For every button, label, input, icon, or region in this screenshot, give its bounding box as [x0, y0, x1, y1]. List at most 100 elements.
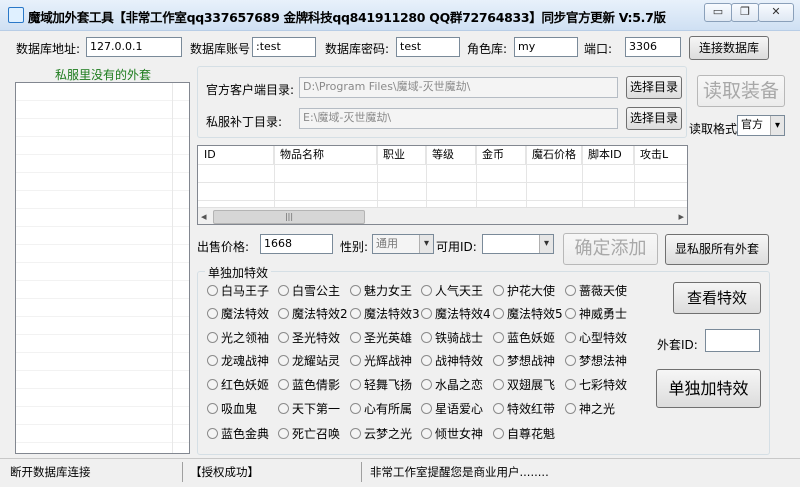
effect-radio[interactable]: 吸血鬼 [207, 400, 257, 418]
scroll-right-icon[interactable]: ▸ [678, 208, 684, 224]
radio-circle-icon[interactable] [207, 379, 218, 390]
scroll-left-icon[interactable]: ◂ [201, 208, 207, 224]
select-official-dir-button[interactable]: 选择目录 [626, 76, 682, 99]
effect-radio[interactable]: 魔法特效3 [350, 305, 420, 323]
radio-circle-icon[interactable] [207, 355, 218, 366]
radio-circle-icon[interactable] [207, 428, 218, 439]
column-header[interactable]: ID [198, 146, 274, 164]
chevron-down-icon[interactable]: ▾ [770, 116, 784, 135]
radio-circle-icon[interactable] [278, 332, 289, 343]
effect-radio[interactable]: 蓝色妖姬 [493, 329, 555, 347]
effect-radio[interactable]: 白雪公主 [278, 282, 340, 300]
radio-circle-icon[interactable] [565, 285, 576, 296]
effect-radio[interactable]: 天下第一 [278, 400, 340, 418]
restore-button[interactable]: ❐ [731, 3, 759, 22]
add-effect-button[interactable]: 单独加特效 [656, 369, 761, 408]
radio-circle-icon[interactable] [421, 428, 432, 439]
private-dir-input[interactable]: E:\魔域-灭世魔劫\ [299, 108, 618, 129]
column-header[interactable]: 魔石价格 [526, 146, 582, 164]
effect-radio[interactable]: 魔法特效 [207, 305, 269, 323]
effect-radio[interactable]: 蔷薇天使 [565, 282, 627, 300]
items-grid[interactable]: ID 物品名称 职业 等级 金币 魔石价格 脚本ID 攻击L ◂ ||| ▸ [197, 145, 688, 225]
effect-radio[interactable]: 死亡召唤 [278, 425, 340, 443]
usable-id-select[interactable]: ▾ [482, 234, 554, 254]
effect-radio[interactable]: 光之领袖 [207, 329, 269, 347]
radio-circle-icon[interactable] [493, 379, 504, 390]
chevron-down-icon[interactable]: ▾ [539, 235, 553, 253]
radio-circle-icon[interactable] [350, 355, 361, 366]
effect-radio[interactable]: 魔法特效4 [421, 305, 491, 323]
effect-radio[interactable]: 龙耀站灵 [278, 352, 340, 370]
radio-circle-icon[interactable] [278, 355, 289, 366]
radio-circle-icon[interactable] [207, 308, 218, 319]
radio-circle-icon[interactable] [350, 379, 361, 390]
effect-radio[interactable]: 倾世女神 [421, 425, 483, 443]
radio-circle-icon[interactable] [350, 285, 361, 296]
effect-radio[interactable]: 七彩特效 [565, 376, 627, 394]
radio-circle-icon[interactable] [421, 285, 432, 296]
effect-radio[interactable]: 魔法特效5 [493, 305, 563, 323]
effect-radio[interactable]: 心有所属 [350, 400, 412, 418]
effect-radio[interactable]: 心型特效 [565, 329, 627, 347]
column-header[interactable]: 物品名称 [274, 146, 377, 164]
radio-circle-icon[interactable] [421, 308, 432, 319]
effect-radio[interactable]: 战神特效 [421, 352, 483, 370]
radio-circle-icon[interactable] [493, 403, 504, 414]
radio-circle-icon[interactable] [493, 285, 504, 296]
port-input[interactable]: 3306 [625, 37, 681, 57]
effect-radio[interactable]: 圣光特效 [278, 329, 340, 347]
column-header[interactable]: 等级 [426, 146, 476, 164]
effect-radio[interactable]: 双翅展飞 [493, 376, 555, 394]
effect-radio[interactable]: 魅力女王 [350, 282, 412, 300]
price-input[interactable]: 1668 [260, 234, 333, 254]
close-button[interactable]: ✕ [758, 3, 794, 22]
column-header[interactable]: 脚本ID [582, 146, 634, 164]
effect-radio[interactable]: 水晶之恋 [421, 376, 483, 394]
column-header[interactable]: 职业 [377, 146, 426, 164]
radio-circle-icon[interactable] [421, 332, 432, 343]
db-address-input[interactable]: 127.0.0.1 [86, 37, 182, 57]
effect-radio[interactable]: 蓝色金典 [207, 425, 269, 443]
missing-coats-list[interactable] [15, 82, 190, 454]
scroll-thumb[interactable]: ||| [213, 210, 365, 224]
show-all-coats-button[interactable]: 显私服所有外套 [665, 234, 769, 265]
effect-radio[interactable]: 红色妖姬 [207, 376, 269, 394]
radio-circle-icon[interactable] [493, 355, 504, 366]
radio-circle-icon[interactable] [278, 403, 289, 414]
radio-circle-icon[interactable] [421, 379, 432, 390]
effect-radio[interactable]: 护花大使 [493, 282, 555, 300]
effect-radio[interactable]: 光辉战神 [350, 352, 412, 370]
radio-circle-icon[interactable] [565, 332, 576, 343]
radio-circle-icon[interactable] [493, 332, 504, 343]
effect-radio[interactable]: 自尊花魁 [493, 425, 555, 443]
effect-radio[interactable]: 梦想法神 [565, 352, 627, 370]
radio-circle-icon[interactable] [493, 308, 504, 319]
radio-circle-icon[interactable] [350, 428, 361, 439]
effect-radio[interactable]: 蓝色倩影 [278, 376, 340, 394]
radio-circle-icon[interactable] [493, 428, 504, 439]
read-equipment-button[interactable]: 读取装备 [697, 75, 785, 107]
effect-radio[interactable]: 星语爱心 [421, 400, 483, 418]
column-header[interactable]: 攻击L [634, 146, 687, 164]
read-format-select[interactable]: 官方 ▾ [737, 115, 785, 136]
role-db-input[interactable]: my [514, 37, 578, 57]
radio-circle-icon[interactable] [350, 308, 361, 319]
column-header[interactable]: 金币 [476, 146, 526, 164]
minimize-button[interactable]: ▭ [704, 3, 732, 22]
view-effects-button[interactable]: 查看特效 [673, 282, 761, 314]
radio-circle-icon[interactable] [278, 308, 289, 319]
radio-circle-icon[interactable] [350, 403, 361, 414]
connect-db-button[interactable]: 连接数据库 [689, 36, 769, 60]
effect-radio[interactable]: 圣光英雄 [350, 329, 412, 347]
confirm-add-button[interactable]: 确定添加 [563, 233, 658, 265]
radio-circle-icon[interactable] [207, 285, 218, 296]
db-account-input[interactable]: :test [252, 37, 316, 57]
coat-id-input[interactable] [705, 329, 760, 352]
horizontal-scrollbar[interactable]: ◂ ||| ▸ [198, 207, 687, 224]
db-password-input[interactable]: test [396, 37, 460, 57]
select-private-dir-button[interactable]: 选择目录 [626, 107, 682, 130]
effect-radio[interactable]: 神之光 [565, 400, 615, 418]
radio-circle-icon[interactable] [565, 308, 576, 319]
radio-circle-icon[interactable] [565, 379, 576, 390]
effect-radio[interactable]: 神威勇士 [565, 305, 627, 323]
